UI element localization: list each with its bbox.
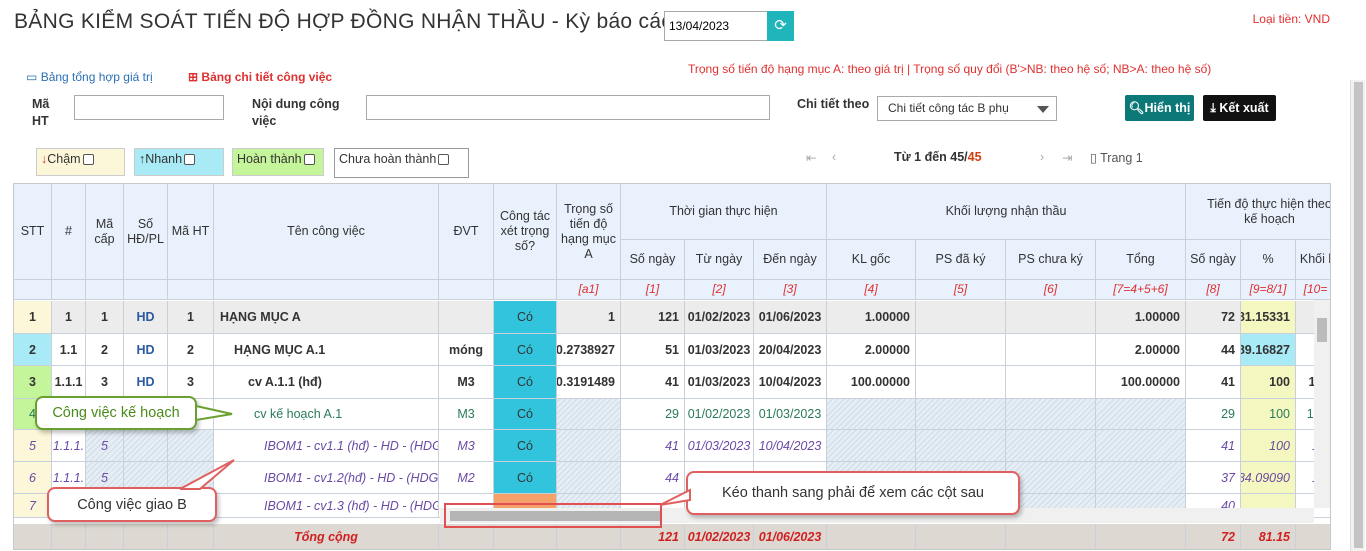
ke-hoach-pointer	[195, 404, 233, 422]
giao-b-pointer	[179, 459, 235, 490]
callout-pointers	[179, 404, 691, 506]
scroll-hint-pointer	[659, 488, 691, 506]
